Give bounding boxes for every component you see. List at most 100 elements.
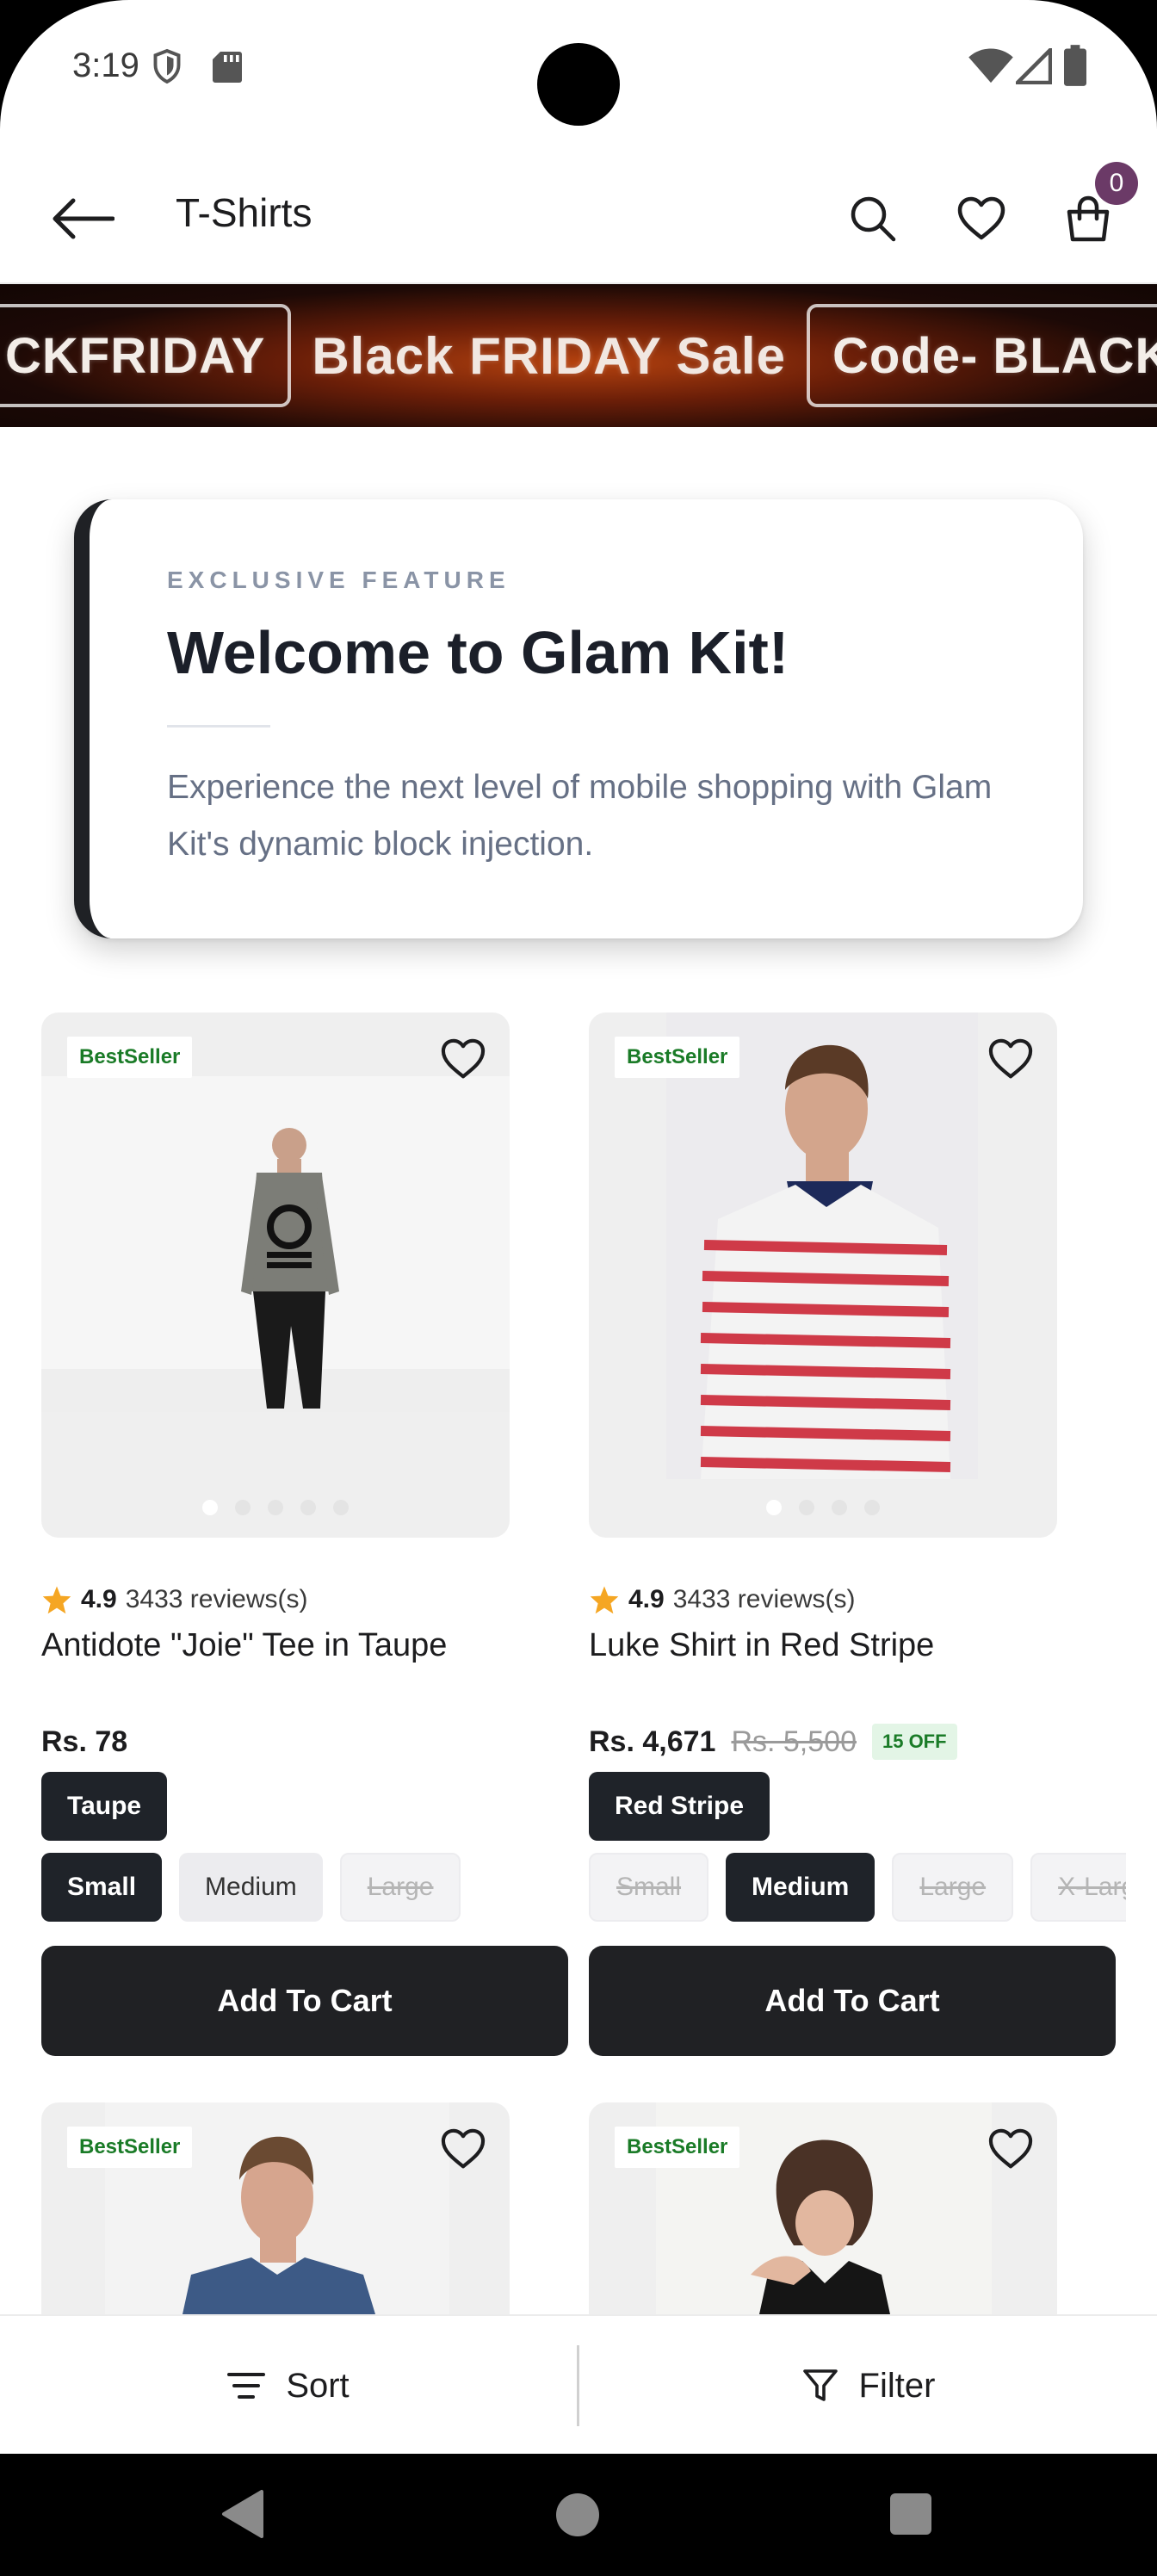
heart-icon (441, 1038, 486, 1079)
color-chip[interactable]: Taupe (41, 1772, 168, 1841)
favorite-button[interactable] (432, 2118, 494, 2180)
bestseller-badge: BestSeller (67, 1037, 193, 1078)
star-icon (42, 1586, 71, 1614)
size-chip[interactable]: Small (41, 1853, 163, 1922)
feature-card: EXCLUSIVE FEATURE Welcome to Glam Kit! E… (74, 499, 1083, 938)
system-nav-bar (0, 2454, 1157, 2576)
promo-text-main: Black FRIDAY Sale (312, 326, 786, 385)
sort-button[interactable]: Sort (0, 2316, 577, 2455)
wifi-icon (968, 48, 1013, 84)
carousel-dots (589, 1495, 1057, 1520)
product-card[interactable]: BestSeller 4.9 3433 reviews(s) Antidote … (41, 1012, 589, 2063)
carousel-dots (41, 1495, 510, 1520)
favorite-button[interactable] (980, 1028, 1042, 1090)
product-photo (666, 1012, 978, 1479)
nav-home-icon[interactable] (556, 2493, 599, 2536)
review-count: 3433 reviews(s) (672, 1585, 856, 1613)
product-card[interactable]: BestSeller (41, 2102, 589, 2314)
carousel-dot[interactable] (832, 1500, 847, 1515)
color-chip[interactable]: Red Stripe (589, 1772, 770, 1841)
size-chip[interactable]: Small (589, 1853, 709, 1922)
bar-divider (577, 2345, 579, 2426)
carousel-dot[interactable] (235, 1500, 251, 1515)
wishlist-button[interactable] (945, 183, 1018, 255)
price-row: Rs. 4,671 Rs. 5,500 15 OFF (589, 1720, 957, 1763)
filter-funnel-icon (802, 2369, 838, 2401)
product-photo (41, 1076, 510, 1412)
size-options: Small Medium Large (41, 1853, 461, 1922)
camera-cutout (537, 43, 620, 126)
rating-value: 4.9 (628, 1585, 665, 1613)
rating-row: 4.9 3433 reviews(s) (589, 1582, 855, 1617)
product-name[interactable]: Antidote "Joie" Tee in Taupe (41, 1627, 447, 1664)
color-options: Red Stripe (589, 1772, 770, 1841)
price-row: Rs. 78 (41, 1720, 127, 1763)
shield-icon (153, 48, 181, 84)
app-bar: T-Shirts (0, 155, 1157, 284)
carousel-dot[interactable] (300, 1500, 316, 1515)
size-chip[interactable]: Large (339, 1853, 461, 1922)
favorite-button[interactable] (980, 2118, 1042, 2180)
battery-icon (1064, 45, 1086, 86)
review-count: 3433 reviews(s) (125, 1585, 308, 1613)
heart-icon (988, 2128, 1033, 2169)
sort-lines-icon (227, 2373, 266, 2399)
nav-recents-icon[interactable] (890, 2493, 931, 2535)
product-name[interactable]: Luke Shirt in Red Stripe (589, 1627, 934, 1664)
add-to-cart-button[interactable]: Add To Cart (41, 1946, 568, 2056)
status-bar: 3:19 (0, 0, 1157, 138)
arrow-left-icon (53, 198, 114, 239)
size-chip[interactable]: Medium (726, 1853, 875, 1922)
search-icon (851, 196, 896, 242)
carousel-dot[interactable] (202, 1500, 218, 1515)
bestseller-badge: BestSeller (615, 2127, 740, 2168)
product-image-carousel[interactable]: BestSeller (41, 2102, 510, 2314)
heart-icon (441, 2128, 486, 2169)
product-card[interactable]: BestSeller (589, 2102, 1136, 2314)
feature-eyebrow: EXCLUSIVE FEATURE (167, 567, 510, 593)
signal-icon (1016, 48, 1052, 84)
page-title: T-Shirts (176, 190, 312, 235)
color-options: Taupe (41, 1772, 168, 1841)
sort-filter-bar: Sort Filter (0, 2314, 1157, 2454)
carousel-dot[interactable] (766, 1500, 782, 1515)
feature-body: Experience the next level of mobile shop… (167, 769, 993, 863)
add-to-cart-button[interactable]: Add To Cart (589, 1946, 1116, 2056)
bestseller-badge: BestSeller (67, 2127, 193, 2168)
carousel-dot[interactable] (799, 1500, 814, 1515)
star-icon (590, 1586, 619, 1614)
product-image-carousel[interactable]: BestSeller (589, 1012, 1057, 1538)
product-image-carousel[interactable]: BestSeller (41, 1012, 510, 1538)
bestseller-badge: BestSeller (615, 1037, 740, 1078)
sort-label: Sort (286, 2366, 350, 2405)
feature-title: Welcome to Glam Kit! (167, 619, 789, 686)
heart-icon (957, 196, 1005, 240)
carousel-dot[interactable] (333, 1500, 349, 1515)
price: Rs. 4,671 (589, 1725, 716, 1758)
size-chip[interactable]: Large (892, 1853, 1014, 1922)
promo-banner[interactable]: CKFRIDAY Black FRIDAY Sale Code- BLACK (0, 284, 1157, 427)
favorite-button[interactable] (432, 1028, 494, 1090)
product-card[interactable]: BestSeller 4.9 3433 reviews(s) Luke Shir… (589, 1012, 1136, 2063)
size-chip[interactable]: X-Large (1030, 1853, 1126, 1922)
size-chip[interactable]: Medium (179, 1853, 323, 1922)
size-options: Small Medium Large X-Large (589, 1853, 1126, 1922)
discount-badge: 15 OFF (871, 1724, 957, 1760)
promo-chip-2: Code- BLACK (806, 304, 1157, 407)
price: Rs. 78 (41, 1725, 128, 1758)
status-time: 3:19 (72, 46, 139, 84)
promo-chip-1: CKFRIDAY (0, 304, 292, 407)
sd-card-icon (213, 52, 242, 83)
carousel-dot[interactable] (268, 1500, 283, 1515)
cart-count-badge: 0 (1095, 162, 1138, 205)
original-price: Rs. 5,500 (731, 1725, 857, 1758)
back-button[interactable] (48, 184, 117, 253)
carousel-dot[interactable] (864, 1500, 880, 1515)
filter-label: Filter (858, 2366, 936, 2405)
nav-back-icon[interactable] (220, 2488, 265, 2540)
rating-value: 4.9 (81, 1585, 117, 1613)
search-button[interactable] (837, 183, 909, 255)
product-image-carousel[interactable]: BestSeller (589, 2102, 1057, 2314)
filter-button[interactable]: Filter (580, 2316, 1157, 2455)
app-screen: 3:19 T-Shirts 0 CKFRIDAY Black FRIDAY Sa… (0, 0, 1157, 2576)
